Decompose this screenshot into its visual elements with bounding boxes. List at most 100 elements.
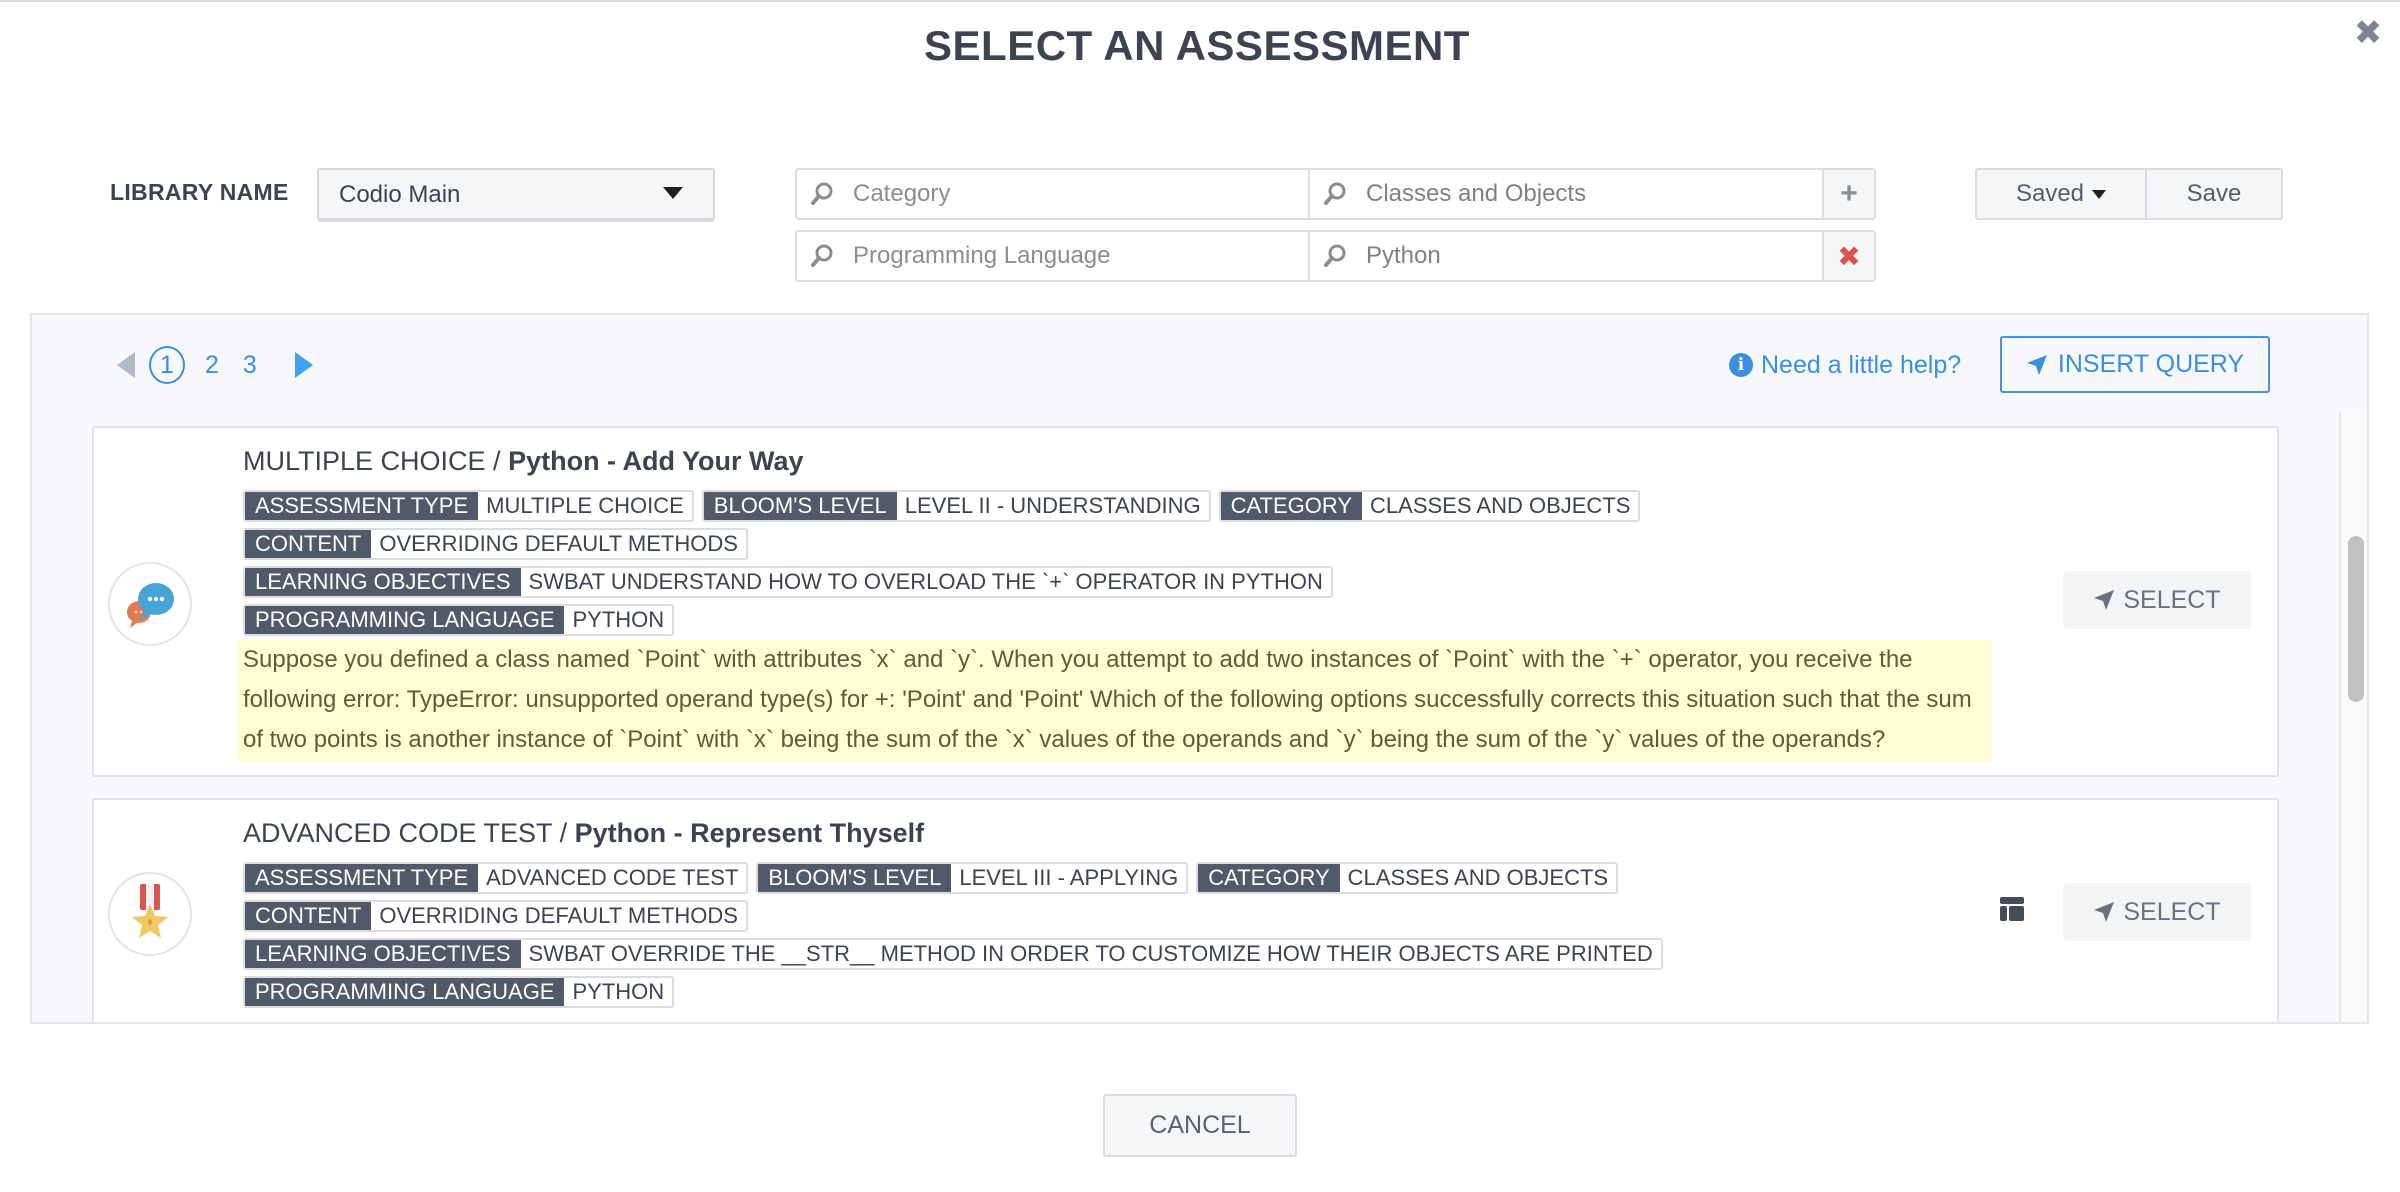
assessment-card: MULTIPLE CHOICE / Python - Add Your Way … <box>92 426 2279 777</box>
tag: CONTENT OVERRIDING DEFAULT METHODS <box>243 900 748 932</box>
plus-icon: + <box>1840 177 1858 210</box>
tag-key: BLOOM'S LEVEL <box>758 864 952 892</box>
tag-key: PROGRAMMING LANGUAGE <box>245 606 565 634</box>
search-icon <box>811 182 833 205</box>
next-page-icon[interactable] <box>294 352 313 378</box>
library-select[interactable]: Codio Main <box>317 168 715 220</box>
page-3[interactable]: 3 <box>243 351 257 380</box>
card-body: ADVANCED CODE TEST / Python - Represent … <box>243 818 2003 1014</box>
tag-key: LEARNING OBJECTIVES <box>245 940 521 968</box>
select-label: SELECT <box>2123 585 2221 614</box>
page-2[interactable]: 2 <box>205 351 219 380</box>
tag-key: LEARNING OBJECTIVES <box>245 568 521 596</box>
tag-value: LEVEL III - APPLYING <box>951 864 1187 892</box>
saved-label: Saved <box>2015 180 2085 207</box>
chat-bubbles-icon <box>108 562 192 646</box>
cancel-button[interactable]: CANCEL <box>1103 1094 1297 1157</box>
tag: LEARNING OBJECTIVES SWBAT UNDERSTAND HOW … <box>243 566 1333 598</box>
tag: CATEGORY CLASSES AND OBJECTS <box>1218 490 1641 522</box>
modal-title: SELECT AN ASSESSMENT <box>924 22 1470 69</box>
filter-key-cell <box>797 232 1310 280</box>
select-button[interactable]: SELECT <box>2063 571 2251 629</box>
tag-key: ASSESSMENT TYPE <box>245 864 479 892</box>
chevron-down-icon <box>663 187 683 199</box>
pagination: 1 2 3 <box>117 345 313 385</box>
tag-value: SWBAT UNDERSTAND HOW TO OVERLOAD THE `+`… <box>520 568 1331 596</box>
prev-page-icon[interactable] <box>117 352 135 378</box>
assessment-list: MULTIPLE CHOICE / Python - Add Your Way … <box>92 426 2279 1022</box>
filter-value-cell <box>1310 170 1824 218</box>
info-icon: i <box>1729 353 1753 377</box>
scrollbar-thumb[interactable] <box>2348 536 2364 702</box>
save-button[interactable]: Save <box>2147 170 2281 218</box>
tag-value: CLASSES AND OBJECTS <box>1339 864 1617 892</box>
tag: LEARNING OBJECTIVES SWBAT OVERRIDE THE __… <box>243 938 1663 970</box>
tag: ASSESSMENT TYPE MULTIPLE CHOICE <box>243 490 694 522</box>
help-link[interactable]: i Need a little help? <box>1729 345 1961 385</box>
help-link-text: Need a little help? <box>1761 350 1962 379</box>
filter-key-input[interactable] <box>853 180 1273 208</box>
top-border <box>0 0 2400 2</box>
card-title[interactable]: MULTIPLE CHOICE / Python - Add Your Way <box>243 446 2003 478</box>
insert-query-button[interactable]: INSERT QUERY <box>2000 336 2270 393</box>
select-button[interactable]: SELECT <box>2063 883 2251 941</box>
location-arrow-icon <box>2026 354 2047 375</box>
location-arrow-icon <box>2094 590 2115 610</box>
tag-value: CLASSES AND OBJECTS <box>1362 492 1639 520</box>
filter-key-cell <box>797 170 1310 218</box>
tag-key: PROGRAMMING LANGUAGE <box>245 978 565 1006</box>
results-panel: 1 2 3 i Need a little help? INSERT QUERY <box>30 313 2369 1024</box>
tag-key: CATEGORY <box>1198 864 1340 892</box>
assessment-name: Python - Add Your Way <box>508 446 804 476</box>
filter-value-input[interactable] <box>1366 242 1786 270</box>
library-select-value: Codio Main <box>339 181 461 208</box>
page-1[interactable]: 1 <box>149 346 185 384</box>
card-title[interactable]: ADVANCED CODE TEST / Python - Represent … <box>243 818 2003 850</box>
filter-value-input[interactable] <box>1366 180 1786 208</box>
close-icon[interactable]: ✖ <box>2352 16 2384 50</box>
location-arrow-icon <box>2094 902 2115 922</box>
tag: PROGRAMMING LANGUAGE PYTHON <box>243 604 675 636</box>
tag-list: ASSESSMENT TYPE ADVANCED CODE TEST BLOOM'… <box>243 862 1843 1014</box>
filter-key-input[interactable] <box>853 242 1273 270</box>
tag: BLOOM'S LEVEL LEVEL III - APPLYING <box>756 862 1189 894</box>
tag-key: BLOOM'S LEVEL <box>703 492 897 520</box>
caret-down-icon <box>2092 189 2107 199</box>
tag-list: ASSESSMENT TYPE MULTIPLE CHOICE BLOOM'S L… <box>243 490 1843 642</box>
assessment-type: MULTIPLE CHOICE <box>243 446 486 476</box>
tag-value: PYTHON <box>564 606 673 634</box>
medal-icon <box>108 872 192 956</box>
table-layout-icon[interactable] <box>2000 897 2024 921</box>
search-icon <box>1324 182 1346 205</box>
tag-key: CONTENT <box>245 902 372 930</box>
remove-filter-button[interactable]: ✖ <box>1824 232 1874 280</box>
tag-value: OVERRIDING DEFAULT METHODS <box>371 530 746 558</box>
search-icon <box>811 244 833 267</box>
select-label: SELECT <box>2123 897 2221 926</box>
tag-value: LEVEL II - UNDERSTANDING <box>896 492 1209 520</box>
card-body: MULTIPLE CHOICE / Python - Add Your Way … <box>237 446 2003 762</box>
tag: PROGRAMMING LANGUAGE PYTHON <box>243 976 675 1008</box>
tag: CONTENT OVERRIDING DEFAULT METHODS <box>243 528 748 560</box>
scrollbar[interactable] <box>2339 412 2367 1022</box>
tag: ASSESSMENT TYPE ADVANCED CODE TEST <box>243 862 749 894</box>
assessment-card: ADVANCED CODE TEST / Python - Represent … <box>92 798 2279 1022</box>
saved-queries-group: Saved Save <box>1975 168 2283 220</box>
tag-value: OVERRIDING DEFAULT METHODS <box>371 902 746 930</box>
tag-key: CATEGORY <box>1220 492 1363 520</box>
tag: CATEGORY CLASSES AND OBJECTS <box>1196 862 1619 894</box>
assessment-name: Python - Represent Thyself <box>574 818 925 848</box>
tag-key: ASSESSMENT TYPE <box>245 492 479 520</box>
tag-value: SWBAT OVERRIDE THE __STR__ METHOD IN ORD… <box>520 940 1661 968</box>
tag-value: ADVANCED CODE TEST <box>478 864 747 892</box>
tag-key: CONTENT <box>245 530 372 558</box>
search-icon <box>1324 244 1346 267</box>
tag-value: MULTIPLE CHOICE <box>478 492 692 520</box>
tag: BLOOM'S LEVEL LEVEL II - UNDERSTANDING <box>701 490 1211 522</box>
saved-dropdown-button[interactable]: Saved <box>1977 170 2147 218</box>
filter-value-cell <box>1310 232 1824 280</box>
filter-group: + ✖ <box>795 168 1876 292</box>
filter-row: + <box>795 168 1876 220</box>
add-filter-button[interactable]: + <box>1824 170 1874 218</box>
remove-icon: ✖ <box>1837 240 1861 272</box>
